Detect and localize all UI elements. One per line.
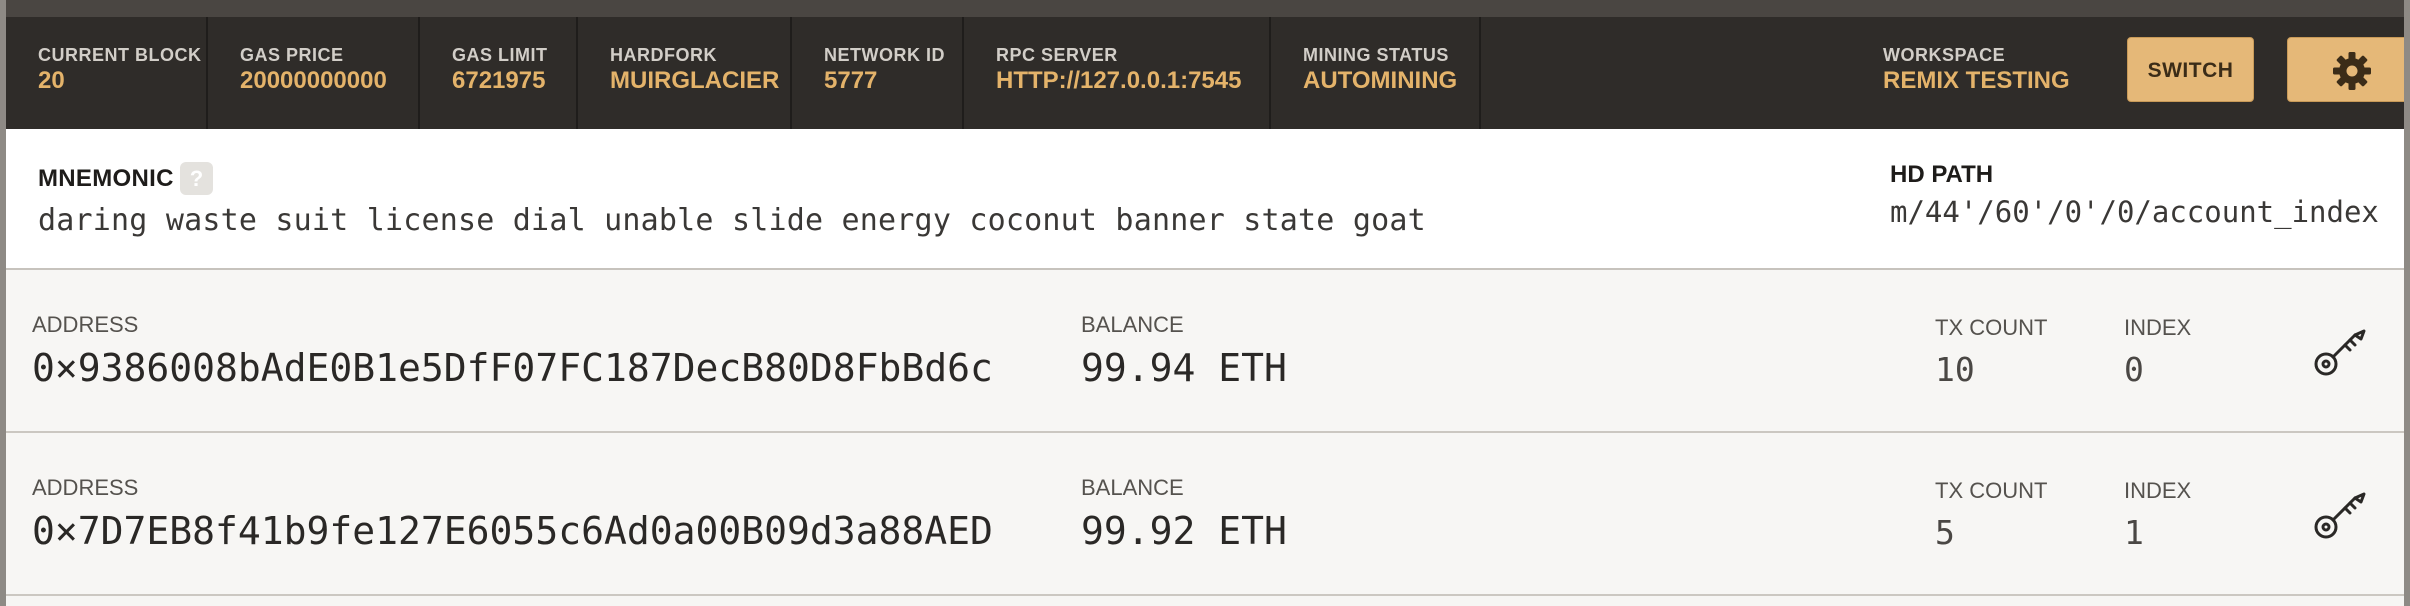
left-edge — [0, 0, 6, 606]
address-label: ADDRESS — [32, 312, 139, 337]
stat-rpc-server: RPC SERVER HTTP://127.0.0.1:7545 — [964, 17, 1271, 129]
ganache-window: CURRENT BLOCK 20 GAS PRICE 20000000000 G… — [0, 0, 2410, 606]
tx-count-label: TX COUNT — [1935, 478, 2048, 503]
hd-path-value: m/44'/60'/0'/0/account_index — [1890, 195, 2379, 229]
account-row[interactable]: ADDRESS 0×7D7EB8f41b9fe127E6055c6Ad0a00B… — [6, 433, 2404, 596]
workspace-name: REMIX TESTING — [1883, 67, 2070, 94]
help-icon[interactable]: ? — [180, 162, 213, 195]
address-label: ADDRESS — [32, 475, 139, 500]
stat-gas-price: GAS PRICE 20000000000 — [208, 17, 420, 129]
account-index: 1 — [2124, 513, 2144, 552]
gear-icon — [2333, 52, 2371, 90]
key-icon[interactable] — [2312, 485, 2368, 541]
account-tx-count: 10 — [1935, 350, 1975, 389]
stat-gas-limit: GAS LIMIT 6721975 — [420, 17, 578, 129]
stat-label: RPC SERVER — [996, 45, 1118, 65]
stat-value: MUIRGLACIER — [610, 67, 780, 94]
mnemonic-words: daring waste suit license dial unable sl… — [38, 203, 1426, 238]
stat-label: MINING STATUS — [1303, 45, 1449, 65]
settings-button[interactable] — [2287, 37, 2410, 102]
mnemonic-label: MNEMONIC — [38, 165, 174, 192]
status-bar: CURRENT BLOCK 20 GAS PRICE 20000000000 G… — [6, 17, 2404, 129]
key-icon[interactable] — [2312, 322, 2368, 378]
account-balance: 99.94 ETH — [1081, 346, 1287, 390]
stat-value: AUTOMINING — [1303, 67, 1458, 94]
stat-label: NETWORK ID — [824, 45, 945, 65]
account-index: 0 — [2124, 350, 2144, 389]
account-tx-count: 5 — [1935, 513, 1955, 552]
title-strip — [0, 0, 2410, 17]
hd-path-label: HD PATH — [1890, 161, 1994, 188]
balance-label: BALANCE — [1081, 475, 1184, 500]
account-balance: 99.92 ETH — [1081, 509, 1287, 553]
right-edge — [2404, 0, 2410, 606]
workspace-info: WORKSPACE REMIX TESTING — [1883, 17, 2103, 129]
switch-workspace-button[interactable]: SWITCH — [2127, 37, 2254, 102]
stat-hardfork: HARDFORK MUIRGLACIER — [578, 17, 792, 129]
account-row[interactable]: ADDRESS 0×9386008bAdE0B1e5DfF07FC187DecB… — [6, 270, 2404, 433]
stat-label: GAS LIMIT — [452, 45, 548, 65]
mnemonic-panel: MNEMONIC ? daring waste suit license dia… — [6, 129, 2404, 270]
stat-value: 5777 — [824, 67, 878, 94]
stat-value: HTTP://127.0.0.1:7545 — [996, 67, 1242, 94]
stat-network-id: NETWORK ID 5777 — [792, 17, 964, 129]
tx-count-label: TX COUNT — [1935, 315, 2048, 340]
stat-label: GAS PRICE — [240, 45, 344, 65]
stat-value: 20000000000 — [240, 67, 387, 94]
stat-mining-status: MINING STATUS AUTOMINING — [1271, 17, 1481, 129]
balance-label: BALANCE — [1081, 312, 1184, 337]
stat-label: CURRENT BLOCK — [38, 45, 202, 65]
stat-value: 6721975 — [452, 67, 546, 94]
index-label: INDEX — [2124, 478, 2192, 503]
stat-current-block: CURRENT BLOCK 20 — [6, 17, 208, 129]
account-address: 0×7D7EB8f41b9fe127E6055c6Ad0a00B09d3a88A… — [32, 509, 993, 553]
index-label: INDEX — [2124, 315, 2192, 340]
account-address: 0×9386008bAdE0B1e5DfF07FC187DecB80D8FbBd… — [32, 346, 993, 390]
stat-value: 20 — [38, 67, 65, 94]
stat-label: HARDFORK — [610, 45, 717, 65]
workspace-label: WORKSPACE — [1883, 45, 2006, 65]
